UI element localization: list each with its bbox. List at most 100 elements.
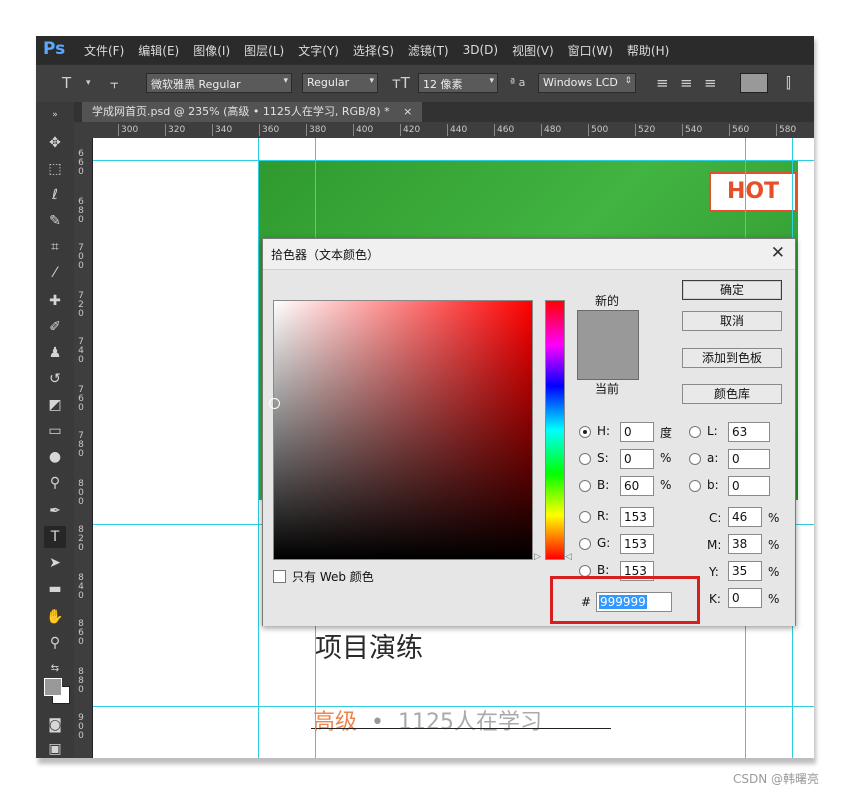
ruler-label: 7 2 0 [78,291,84,319]
s-label: S: [597,451,609,465]
menu-edit[interactable]: 编辑(E) [138,42,179,59]
lasso-tool-icon[interactable]: ℓ [44,184,66,206]
font-style-select[interactable]: Regular ▾ [302,73,378,93]
guide-line[interactable] [93,706,814,707]
l-input[interactable]: 63 [728,422,770,442]
move-tool-icon[interactable]: ✥ [44,132,66,154]
lab-a-radio[interactable] [689,453,701,465]
lab-b-radio[interactable] [689,480,701,492]
guide-line[interactable] [93,160,814,161]
screen-mode-icon[interactable]: ▣ [44,738,66,758]
y-unit: % [768,565,780,579]
b-input[interactable]: 60 [620,476,654,496]
r-radio[interactable] [579,511,591,523]
text-orientation-icon[interactable]: ⫟ [110,73,119,93]
chevron-down-icon: ▾ [369,76,374,86]
lab-b-input[interactable]: 0 [728,476,770,496]
eyedropper-tool-icon[interactable]: ⁄ [44,262,66,284]
menu-select[interactable]: 选择(S) [353,42,394,59]
hue-slider[interactable] [545,300,565,560]
ruler-label: 320 [165,124,185,136]
cancel-button[interactable]: 取消 [682,311,782,331]
lab-a-input[interactable]: 0 [728,449,770,469]
swap-colors-icon[interactable]: ⇆ [44,658,66,680]
eraser-tool-icon[interactable]: ◩ [44,394,66,416]
rectangle-tool-icon[interactable]: ▬ [44,578,66,600]
marquee-tool-icon[interactable]: ⬚ [44,158,66,180]
g-input[interactable]: 153 [620,534,654,554]
gradient-tool-icon[interactable]: ▭ [44,420,66,442]
color-field-cursor[interactable] [269,398,280,409]
foreground-color-swatch[interactable] [44,678,62,696]
close-icon[interactable]: × [403,105,412,118]
stamp-tool-icon[interactable]: ♟ [44,342,66,364]
hand-tool-icon[interactable]: ✋ [44,606,66,628]
brush-tool-icon[interactable]: ✐ [44,316,66,338]
history-brush-icon[interactable]: ↺ [44,368,66,390]
r-input[interactable]: 153 [620,507,654,527]
web-only-checkbox[interactable]: 只有 Web 颜色 [273,568,374,585]
dialog-body: ▷ ◁ 只有 Web 颜色 新的 当前 确定 取消 添加到色板 颜色库 H: 0… [263,269,795,626]
menu-window[interactable]: 窗口(W) [568,42,613,59]
menu-image[interactable]: 图像(I) [193,42,230,59]
font-size-select[interactable]: 12 像素 ▾ [418,73,498,93]
document-tab-title: 学成网首页.psd @ 235% (高级 • 1125人在学习, RGB/8) … [92,105,390,118]
slider-arrow-icon[interactable]: ◁ [565,552,572,562]
close-icon[interactable]: ✕ [771,243,785,263]
ruler-label: 480 [541,124,561,136]
menu-view[interactable]: 视图(V) [512,42,554,59]
dodge-tool-icon[interactable]: ⚲ [44,472,66,494]
c-input[interactable]: 46 [728,507,762,527]
color-field[interactable] [269,300,533,560]
web-only-label: 只有 Web 颜色 [292,570,374,584]
quick-mask-icon[interactable]: ◙ [44,714,66,736]
guide-line[interactable] [258,138,259,758]
quick-select-tool-icon[interactable]: ✎ [44,210,66,232]
path-select-icon[interactable]: ➤ [44,552,66,574]
menu-3d[interactable]: 3D(D) [463,43,498,57]
y-input[interactable]: 35 [728,561,762,581]
current-color-label: 当前 [595,382,620,396]
healing-brush-icon[interactable]: ✚ [44,290,66,312]
course-title[interactable]: 项目演练 [315,626,423,665]
ok-button[interactable]: 确定 [682,280,782,300]
crop-tool-icon[interactable]: ⌗ [44,236,66,258]
new-color-swatch [577,310,639,380]
add-to-swatches-button[interactable]: 添加到色板 [682,348,782,368]
collapse-icon[interactable]: » [44,104,66,126]
font-family-select[interactable]: 微软雅黑 Regular ▾ [146,73,292,93]
b-radio[interactable] [579,480,591,492]
course-meta-text[interactable]: 高级 • 1125人在学习 [313,704,542,736]
slider-arrow-icon[interactable]: ▷ [534,552,541,562]
text-color-swatch[interactable] [740,73,768,93]
s-input[interactable]: 0 [620,449,654,469]
zoom-tool-icon[interactable]: ⚲ [44,632,66,654]
align-center-icon[interactable]: ≡ [680,73,693,93]
menu-file[interactable]: 文件(F) [84,42,124,59]
h-radio[interactable] [579,426,591,438]
l-radio[interactable] [689,426,701,438]
tool-preset-arrow-icon[interactable]: ▾ [86,73,91,93]
g-radio[interactable] [579,538,591,550]
s-radio[interactable] [579,453,591,465]
m-input[interactable]: 38 [728,534,762,554]
align-left-icon[interactable]: ≡ [656,73,669,93]
menu-type[interactable]: 文字(Y) [298,42,339,59]
blur-tool-icon[interactable]: ● [44,446,66,468]
antialias-select[interactable]: Windows LCD ⇕ [538,73,636,93]
h-input[interactable]: 0 [620,422,654,442]
menu-help[interactable]: 帮助(H) [627,42,669,59]
type-tool-icon[interactable]: T [44,526,66,548]
color-swatches[interactable] [44,678,70,704]
align-right-icon[interactable]: ≡ [704,73,717,93]
k-input[interactable]: 0 [728,588,762,608]
document-tab[interactable]: 学成网首页.psd @ 235% (高级 • 1125人在学习, RGB/8) … [82,102,423,122]
menu-layer[interactable]: 图层(L) [244,42,284,59]
pen-tool-icon[interactable]: ✒ [44,500,66,522]
menu-filter[interactable]: 滤镜(T) [408,42,449,59]
warp-text-icon[interactable]: ⫿ [786,73,791,93]
color-libraries-button[interactable]: 颜色库 [682,384,782,404]
separator-dot: • [371,710,384,735]
type-tool-icon[interactable]: T [62,73,71,93]
checkbox-box[interactable] [273,570,286,583]
